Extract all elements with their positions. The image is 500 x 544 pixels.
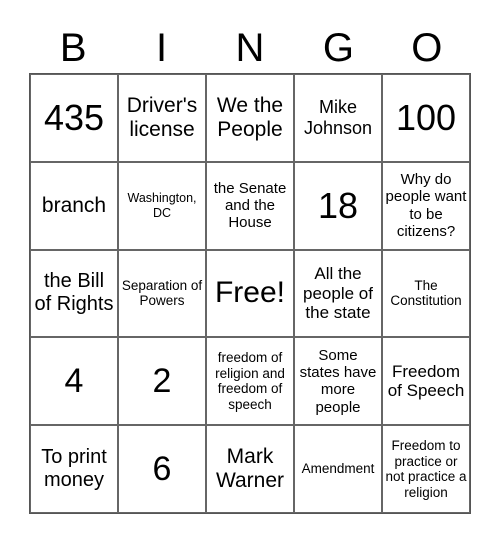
bingo-cell[interactable]: freedom of religion and freedom of speec… — [206, 337, 294, 426]
bingo-cell[interactable]: Why do people want to be citizens? — [382, 161, 470, 250]
bingo-cell[interactable]: Driver's license — [118, 74, 206, 162]
bingo-cell[interactable]: Washington, DC — [118, 161, 206, 250]
bingo-cell[interactable]: branch — [30, 161, 118, 250]
bingo-cell[interactable]: The Constitution — [382, 249, 470, 338]
bingo-cell[interactable]: 435 — [30, 74, 118, 162]
bingo-cell[interactable]: Mike Johnson — [294, 74, 382, 162]
bingo-cell[interactable]: Some states have more people — [294, 337, 382, 426]
header-letter-n: N — [235, 26, 265, 70]
bingo-cell[interactable]: Mark Warner — [206, 425, 294, 513]
header-letter-g: G — [322, 26, 354, 70]
header-letter-b: B — [59, 26, 87, 70]
bingo-cell[interactable]: 2 — [118, 337, 206, 426]
bingo-cell[interactable]: Freedom of Speech — [382, 337, 470, 426]
bingo-cell[interactable]: We the People — [206, 74, 294, 162]
bingo-header: B I N G O — [29, 22, 471, 74]
bingo-cell[interactable]: All the people of the state — [294, 249, 382, 338]
bingo-cell[interactable]: Amendment — [294, 425, 382, 513]
bingo-cell[interactable]: the Bill of Rights — [30, 249, 118, 338]
bingo-cell[interactable]: 100 — [382, 74, 470, 162]
free-space-cell[interactable]: Free! — [206, 249, 294, 338]
bingo-grid: 435 Driver's license We the People Mike … — [29, 73, 471, 514]
bingo-cell[interactable]: the Senate and the House — [206, 161, 294, 250]
header-letter-i: I — [156, 26, 168, 70]
bingo-cell[interactable]: Freedom to practice or not practice a re… — [382, 425, 470, 513]
bingo-cell[interactable]: 18 — [294, 161, 382, 250]
header-letter-o: O — [411, 26, 443, 70]
bingo-cell[interactable]: 6 — [118, 425, 206, 513]
bingo-cell[interactable]: 4 — [30, 337, 118, 426]
bingo-cell[interactable]: Separation of Powers — [118, 249, 206, 338]
bingo-cell[interactable]: To print money — [30, 425, 118, 513]
